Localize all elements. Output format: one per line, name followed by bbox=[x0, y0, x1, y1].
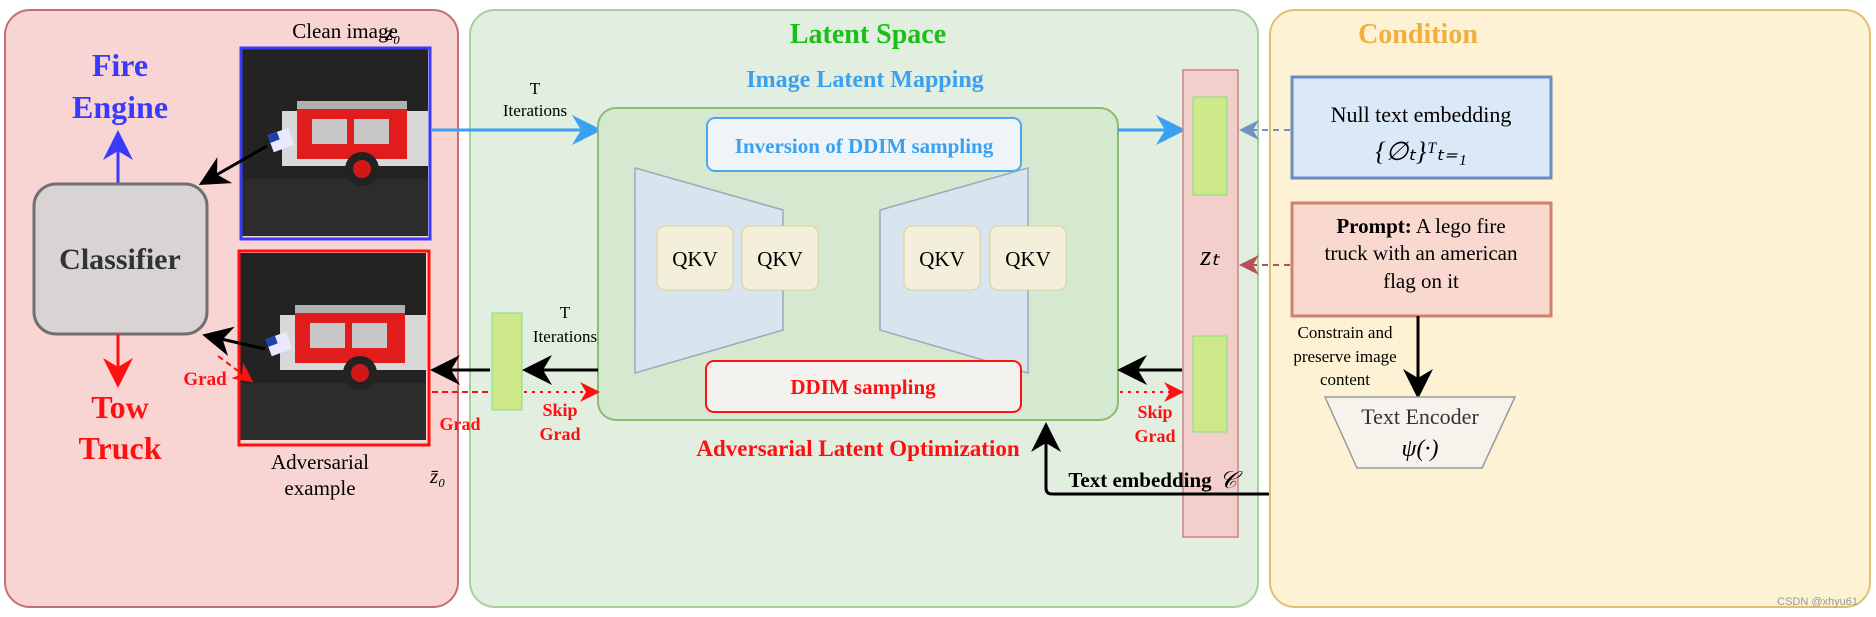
constrain-line3: content bbox=[1320, 370, 1370, 389]
t-iterations-top-1: T bbox=[530, 79, 541, 98]
classifier-label: Classifier bbox=[59, 243, 181, 276]
qkv-block-3: QKV bbox=[903, 225, 981, 291]
watermark: CSDN @xhyu61 bbox=[1777, 596, 1858, 608]
true-class-line2: Engine bbox=[72, 89, 168, 125]
null-text-formula: {∅ₜ}ᵀₜ₌₁ bbox=[1375, 137, 1467, 166]
inversion-label: Inversion of DDIM sampling bbox=[735, 134, 994, 158]
zt-label: zₜ bbox=[1199, 241, 1220, 272]
condition-panel: Condition Null text embedding {∅ₜ}ᵀₜ₌₁ P… bbox=[1239, 9, 1871, 608]
text-encoder-symbol: ψ(·) bbox=[1402, 436, 1439, 462]
optimization-title: Adversarial Latent Optimization bbox=[696, 436, 1019, 461]
svg-text:QKV: QKV bbox=[672, 247, 718, 271]
text-embedding-label: Text embedding bbox=[1068, 468, 1212, 492]
constrain-line1: Constrain and bbox=[1298, 323, 1393, 342]
null-text-label: Null text embedding bbox=[1331, 102, 1512, 127]
clean-image-symbol: z₀ bbox=[384, 21, 400, 45]
grad-label-middle: Grad bbox=[439, 414, 480, 434]
adversarial-image bbox=[237, 249, 431, 447]
left-panel: Clean image z₀ Adversarial example z̄₀ F… bbox=[4, 9, 459, 608]
grad-label-left: Grad bbox=[183, 369, 227, 390]
adversarial-symbol: z̄₀ bbox=[429, 464, 445, 488]
clean-image-label: Clean image bbox=[292, 19, 398, 43]
adv-class-line1: Tow bbox=[91, 389, 149, 425]
t-iterations-bottom-1: T bbox=[560, 303, 571, 322]
zt-latent-block-top bbox=[1192, 96, 1228, 196]
skip-grad-right-2: Grad bbox=[1134, 426, 1175, 446]
zt-latent-block-bottom bbox=[1192, 335, 1228, 433]
constrain-line2: preserve image bbox=[1293, 347, 1396, 366]
mapping-title: Image Latent Mapping bbox=[746, 67, 983, 93]
text-encoder-label: Text Encoder bbox=[1361, 404, 1479, 429]
ddim-label: DDIM sampling bbox=[790, 375, 936, 399]
svg-text:QKV: QKV bbox=[919, 247, 965, 271]
skip-grad-right-1: Skip bbox=[1137, 402, 1172, 422]
clean-image bbox=[239, 46, 432, 241]
adversarial-label-line2: example bbox=[284, 476, 355, 500]
prompt-line3: flag on it bbox=[1383, 269, 1459, 293]
condition-title: Condition bbox=[1358, 19, 1478, 50]
framework-diagram: Clean image z₀ Adversarial example z̄₀ F… bbox=[4, 9, 1871, 608]
prompt-line1: Prompt: A lego fire bbox=[1336, 214, 1505, 238]
t-iterations-bottom-2: Iterations bbox=[533, 327, 597, 346]
qkv-block-1: QKV bbox=[656, 225, 734, 291]
qkv-block-2: QKV bbox=[741, 225, 819, 291]
z0-latent-block bbox=[491, 312, 523, 411]
svg-text:QKV: QKV bbox=[1005, 247, 1051, 271]
svg-text:QKV: QKV bbox=[757, 247, 803, 271]
skip-grad-left-1: Skip bbox=[542, 400, 577, 420]
latent-space-title: Latent Space bbox=[790, 19, 946, 50]
adv-class-line2: Truck bbox=[79, 430, 162, 466]
qkv-block-4: QKV bbox=[989, 225, 1067, 291]
true-class-line1: Fire bbox=[92, 47, 148, 83]
t-iterations-top-2: Iterations bbox=[503, 101, 567, 120]
skip-grad-left-2: Grad bbox=[539, 424, 580, 444]
prompt-line2: truck with an american bbox=[1325, 241, 1518, 265]
adversarial-label-line1: Adversarial bbox=[271, 450, 369, 474]
